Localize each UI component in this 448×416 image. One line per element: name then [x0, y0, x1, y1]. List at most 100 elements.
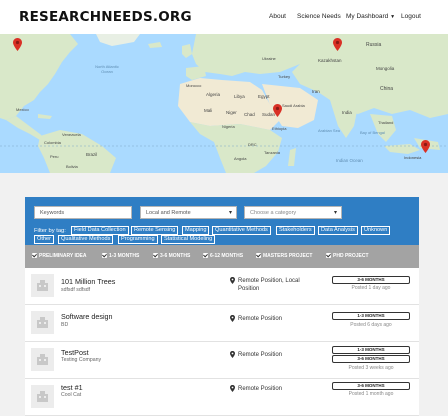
- map-label-mexico: Mexico: [16, 107, 29, 112]
- placeholder-image-icon: [31, 274, 54, 297]
- item-subtitle: Testing Company: [61, 357, 102, 363]
- category-select-placeholder: Choose a category: [250, 210, 297, 216]
- tag-statistical-modeling[interactable]: Statistical Modeling: [161, 235, 216, 244]
- map-label-angola: Angola: [234, 156, 247, 161]
- map-label-egypt: Egypt: [258, 94, 270, 99]
- map-label-brazil: Brazil: [86, 152, 98, 157]
- tag-unknown[interactable]: Unknown: [361, 226, 391, 235]
- duration-badge: 1-3 MONTHS: [332, 312, 410, 320]
- category-label: 6-12 MONTHS: [210, 253, 244, 259]
- location-select-value: Local and Remote: [146, 210, 191, 216]
- location-select[interactable]: Local and Remote ▾: [140, 206, 237, 219]
- posted-time: Posted 3 weeks ago: [348, 365, 394, 371]
- map-label-indonesia: Indonesia: [404, 155, 422, 160]
- category-preliminary-idea[interactable]: PRELIMINARY IDEA: [32, 253, 87, 259]
- map-label-bolivia: Bolivia: [66, 164, 78, 169]
- map-label-ethiopia: Ethiopia: [272, 126, 287, 131]
- checkbox-checked-icon: [326, 253, 331, 258]
- checkbox-checked-icon: [102, 253, 107, 258]
- nav-my-dashboard[interactable]: My Dashboard ▼: [346, 13, 395, 20]
- map-label-mongolia: Mongolia: [376, 66, 395, 71]
- duration-badge: 3-6 MONTHS: [332, 355, 410, 363]
- map-label-chad: Chad: [244, 112, 255, 117]
- checkbox-checked-icon: [153, 253, 158, 258]
- category-1-3-months[interactable]: 1-3 MONTHS: [102, 253, 139, 259]
- placeholder-image-icon: [31, 348, 54, 371]
- map-label-bay-of-bengal: Bay of Bengal: [360, 130, 385, 135]
- posted-time: Posted 1 month ago: [348, 391, 394, 397]
- list-item[interactable]: 101 Million Trees sdfsdf sdfsdf Remote P…: [25, 268, 419, 305]
- category-label: MASTERS PROJECT: [263, 253, 313, 259]
- nav-my-dashboard-label: My Dashboard: [346, 13, 389, 20]
- category-masters-project[interactable]: MASTERS PROJECT: [256, 253, 312, 259]
- tag-quantitative-methods[interactable]: Quantitative Methods: [212, 226, 271, 235]
- location-pin-icon: [230, 315, 235, 322]
- category-label: 1-3 MONTHS: [109, 253, 140, 259]
- item-location-text: Remote Position, Local Position: [238, 278, 300, 292]
- list-item[interactable]: test #1 Cool Cat Remote Position 3-6 MON…: [25, 379, 419, 416]
- site-header: RESEARCHNEEDS.ORG About Science Needs My…: [0, 0, 448, 34]
- tag-qualitative-methods[interactable]: Qualitative Methods: [58, 235, 114, 244]
- map-label-north-atlantic: North Atlantic Ocean: [95, 64, 119, 74]
- nav-science-needs[interactable]: Science Needs: [297, 13, 341, 20]
- tag-stakeholders[interactable]: Stakeholders: [276, 226, 315, 235]
- checkbox-checked-icon: [32, 253, 37, 258]
- category-phd-project[interactable]: PHD PROJECT: [326, 253, 369, 259]
- location-pin-icon: [230, 385, 235, 392]
- keywords-input[interactable]: Keywords: [34, 206, 132, 219]
- category-select[interactable]: Choose a category ▾: [244, 206, 342, 219]
- map-label-algeria: Algeria: [206, 92, 221, 97]
- posted-time: Posted 6 days ago: [350, 322, 392, 328]
- duration-badge: 3-6 MONTHS: [332, 276, 410, 284]
- posted-time: Posted 1 day ago: [351, 285, 391, 291]
- checkbox-checked-icon: [256, 253, 261, 258]
- world-map[interactable]: North Atlantic Ocean Mexico Venezuela Co…: [0, 34, 448, 173]
- map-label-colombia: Colombia: [44, 140, 61, 145]
- item-location-text: Remote Position: [238, 352, 283, 358]
- map-label-niger: Niger: [226, 110, 237, 115]
- item-title[interactable]: test #1: [61, 383, 83, 392]
- tag-data-analysis[interactable]: Data Analysis: [318, 226, 358, 235]
- map-label-turkey: Turkey: [278, 74, 291, 79]
- site-logo[interactable]: RESEARCHNEEDS.ORG: [19, 9, 192, 25]
- map-pin-icon[interactable]: [333, 38, 342, 51]
- duration-badge: 3-6 MONTHS: [332, 382, 410, 390]
- map-label-tanzania: Tanzania: [264, 150, 281, 155]
- item-subtitle: BD: [61, 322, 69, 328]
- map-pin-icon[interactable]: [421, 140, 430, 153]
- map-label-india: India: [342, 110, 352, 115]
- item-title[interactable]: Software design: [61, 312, 113, 321]
- category-label: PHD PROJECT: [333, 253, 369, 259]
- category-label: PRELIMINARY IDEA: [39, 253, 87, 259]
- list-item[interactable]: Software design BD Remote Position 1-3 M…: [25, 305, 419, 342]
- map-label-drc: DRC: [248, 142, 257, 147]
- map-label-arabian-sea: Arabian Sea: [318, 128, 341, 133]
- item-title[interactable]: 101 Million Trees: [61, 277, 115, 286]
- tag-remote-sensing[interactable]: Remote Sensing: [131, 226, 179, 235]
- map-label-venezuela: Venezuela: [62, 132, 81, 137]
- item-title[interactable]: TestPost: [61, 348, 89, 357]
- category-6-12-months[interactable]: 6-12 MONTHS: [203, 253, 243, 259]
- list-item[interactable]: TestPost Testing Company Remote Position…: [25, 342, 419, 379]
- tag-programming[interactable]: Programming: [118, 235, 158, 244]
- category-filter-bar: PRELIMINARY IDEA 1-3 MONTHS 3-6 MONTHS 6…: [25, 245, 419, 268]
- map-pin-icon[interactable]: [273, 104, 282, 117]
- map-label-mali: Mali: [204, 108, 213, 113]
- tag-field-data-collection[interactable]: Field Data Collection: [71, 226, 129, 235]
- nav-about[interactable]: About: [269, 13, 286, 20]
- chevron-down-icon: ▾: [228, 210, 232, 216]
- keywords-placeholder: Keywords: [40, 210, 65, 216]
- location-pin-icon: [230, 351, 235, 358]
- nav-logout[interactable]: Logout: [401, 13, 421, 20]
- map-label-kazakhstan: Kazakhstan: [318, 58, 342, 63]
- map-label-ukraine: Ukraine: [262, 56, 276, 61]
- map-pin-icon[interactable]: [13, 38, 22, 51]
- category-3-6-months[interactable]: 3-6 MONTHS: [153, 253, 190, 259]
- duration-badge: 1-3 MONTHS: [332, 346, 410, 354]
- chevron-down-icon: ▼: [390, 14, 396, 20]
- checkbox-checked-icon: [203, 253, 208, 258]
- tag-mapping[interactable]: Mapping: [182, 226, 210, 235]
- category-label: 3-6 MONTHS: [160, 253, 191, 259]
- map-canvas: [0, 34, 448, 173]
- tag-other[interactable]: Other: [34, 235, 54, 244]
